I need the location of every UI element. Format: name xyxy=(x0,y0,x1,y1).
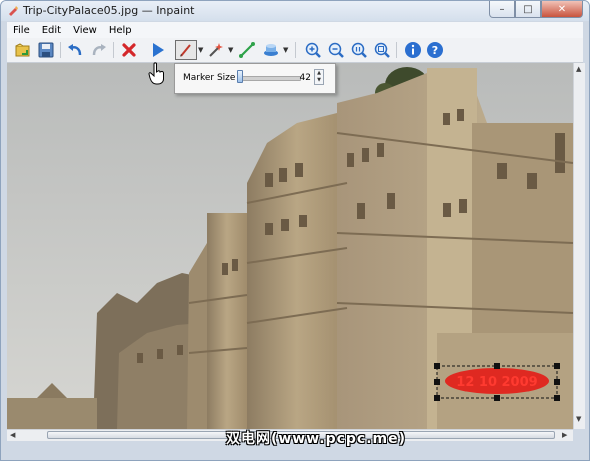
menu-view[interactable]: View xyxy=(67,25,103,36)
run-icon[interactable] xyxy=(148,40,168,60)
zoom-in-icon[interactable] xyxy=(303,40,323,60)
watermark-label: 双电网(www.pcpc.me) xyxy=(225,431,407,447)
minimize-button[interactable]: – xyxy=(489,1,515,18)
window-title: Trip-CityPalace05.jpg — Inpaint xyxy=(23,4,195,17)
app-icon xyxy=(9,6,18,16)
svg-text:?: ? xyxy=(432,44,438,57)
marker-size-slider-thumb[interactable] xyxy=(237,70,244,83)
scroll-up-icon[interactable]: ▲ xyxy=(576,65,581,73)
palace-photo: 12 10 2009 xyxy=(7,63,573,429)
line-icon[interactable] xyxy=(237,40,257,60)
date-stamp-text: 12 10 2009 xyxy=(456,375,537,390)
watermark-text: 双电网(www.pcpc.me) xyxy=(0,428,590,448)
undo-icon[interactable] xyxy=(65,40,85,60)
image-canvas[interactable]: 12 10 2009 xyxy=(7,63,573,429)
menu-help[interactable]: Help xyxy=(103,25,138,36)
eraser-dropdown-icon[interactable]: ▼ xyxy=(283,46,288,54)
maximize-button[interactable]: □ xyxy=(515,1,541,18)
zoom-out-icon[interactable] xyxy=(326,40,346,60)
hand-cursor-icon xyxy=(148,62,164,85)
marker-size-spinner[interactable]: ▲ ▼ xyxy=(314,69,324,85)
marker-size-value[interactable]: 42 xyxy=(299,73,311,83)
marker-dropdown-icon[interactable]: ▼ xyxy=(198,46,203,54)
toolbar: ▼ ▼ ▼ ? xyxy=(7,38,583,63)
vertical-scrollbar[interactable]: ▲ ▼ xyxy=(573,63,585,429)
marker-size-slider[interactable] xyxy=(237,76,301,81)
marker-size-popup: Marker Size 42 ▲ ▼ xyxy=(174,63,336,94)
save-icon[interactable] xyxy=(36,40,56,60)
spin-up-icon[interactable]: ▲ xyxy=(315,70,323,77)
info-icon[interactable] xyxy=(403,40,423,60)
menu-file[interactable]: File xyxy=(7,25,36,36)
zoom-actual-icon[interactable] xyxy=(349,40,369,60)
marker-size-label: Marker Size xyxy=(183,73,236,83)
menu-edit[interactable]: Edit xyxy=(36,25,67,36)
help-icon[interactable]: ? xyxy=(425,40,445,60)
magic-wand-icon[interactable] xyxy=(206,40,226,60)
menu-bar: File Edit View Help xyxy=(7,22,583,38)
zoom-fit-icon[interactable] xyxy=(372,40,392,60)
open-icon[interactable] xyxy=(13,40,33,60)
redo-icon[interactable] xyxy=(89,40,109,60)
title-bar: Trip-CityPalace05.jpg — Inpaint – □ ✕ xyxy=(1,1,589,21)
close-button[interactable]: ✕ xyxy=(541,1,583,18)
erase-icon[interactable] xyxy=(119,40,139,60)
scroll-down-icon[interactable]: ▼ xyxy=(576,415,581,423)
eraser-stack-icon[interactable] xyxy=(261,40,281,60)
spin-down-icon[interactable]: ▼ xyxy=(315,77,323,84)
wand-dropdown-icon[interactable]: ▼ xyxy=(228,46,233,54)
marker-icon[interactable] xyxy=(175,40,197,60)
